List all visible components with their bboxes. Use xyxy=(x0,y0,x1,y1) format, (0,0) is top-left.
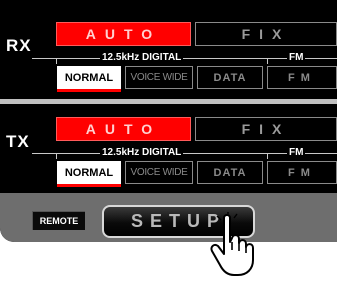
rx-voice-wide-option[interactable]: VOICE WIDE xyxy=(125,66,193,89)
tx-normal-option[interactable]: NORMAL xyxy=(57,161,121,184)
tx-bracket-tick xyxy=(56,153,57,159)
tx-label: TX xyxy=(6,132,30,151)
rx-label: RX xyxy=(6,36,32,55)
tx-auto-button[interactable]: AUTO xyxy=(56,117,191,141)
tx-selected-indicator xyxy=(57,184,121,187)
rx-data-option[interactable]: DATA xyxy=(197,66,263,89)
rx-fm-caption: FM xyxy=(287,52,306,64)
rx-fix-button[interactable]: FIX xyxy=(195,22,337,46)
rx-digital-caption: 12.5kHz DIGITAL xyxy=(100,52,184,64)
rx-normal-option[interactable]: NORMAL xyxy=(57,66,121,89)
tx-data-option[interactable]: DATA xyxy=(197,161,263,184)
remote-button[interactable]: REMOTE xyxy=(32,211,85,230)
hand-pointer-icon xyxy=(210,212,254,276)
section-divider xyxy=(0,99,337,104)
tx-fm-option[interactable]: FM xyxy=(267,161,337,184)
rx-selected-indicator xyxy=(57,89,121,92)
tx-bracket-tick xyxy=(267,153,268,159)
tx-fm-caption: FM xyxy=(287,147,306,159)
tx-digital-caption: 12.5kHz DIGITAL xyxy=(100,147,184,159)
rx-auto-button[interactable]: AUTO xyxy=(56,22,191,46)
rx-bracket-tick xyxy=(267,58,268,64)
rx-bracket-tick xyxy=(56,58,57,64)
tx-fix-button[interactable]: FIX xyxy=(195,117,337,141)
rx-fm-option[interactable]: FM xyxy=(267,66,337,89)
tx-voice-wide-option[interactable]: VOICE WIDE xyxy=(125,161,193,184)
